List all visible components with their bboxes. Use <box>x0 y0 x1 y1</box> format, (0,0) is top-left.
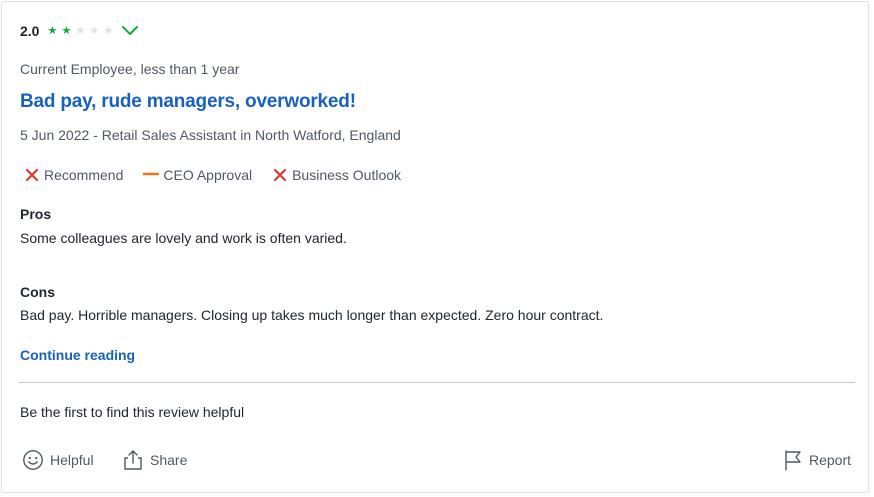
review-title[interactable]: Bad pay, rude managers, overworked! <box>20 91 356 113</box>
flag-icon <box>785 450 801 471</box>
x-icon <box>24 168 40 182</box>
rating-value: 2.0 <box>20 23 40 39</box>
divider <box>19 382 855 383</box>
share-button[interactable]: Share <box>122 449 187 471</box>
recommend-indicator: Recommend <box>24 167 123 183</box>
star-icon: ★ <box>47 25 58 37</box>
share-label: Share <box>150 452 188 468</box>
helpful-button[interactable]: Helpful <box>22 449 94 471</box>
share-icon <box>124 450 142 470</box>
star-icon: ★ <box>103 25 114 37</box>
ceo-approval-indicator: CEO Approval <box>143 167 252 183</box>
report-label: Report <box>809 452 852 468</box>
rating-row: 2.0 ★ ★ ★ ★ ★ <box>20 23 139 39</box>
chevron-down-icon[interactable] <box>121 25 139 37</box>
star-icon: ★ <box>89 25 100 37</box>
cons-heading: Cons <box>20 284 55 300</box>
business-outlook-label: Business Outlook <box>292 167 402 183</box>
rating-indicators: Recommend CEO Approval Business Outlook <box>24 167 421 183</box>
cons-text: Bad pay. Horrible managers. Closing up t… <box>20 307 604 323</box>
star-icon: ★ <box>75 25 86 37</box>
business-outlook-indicator: Business Outlook <box>272 167 401 183</box>
helpful-note: Be the first to find this review helpful <box>20 404 245 420</box>
smiley-icon <box>23 450 43 470</box>
review-card: 2.0 ★ ★ ★ ★ ★ Current Employee, less tha… <box>1 1 869 493</box>
star-icon: ★ <box>61 25 72 37</box>
pros-heading: Pros <box>20 206 52 222</box>
x-icon <box>272 168 288 182</box>
dash-icon <box>143 168 160 182</box>
pros-text: Some colleagues are lovely and work is o… <box>20 230 347 246</box>
recommend-label: Recommend <box>44 167 124 183</box>
employee-status: Current Employee, less than 1 year <box>20 61 240 77</box>
review-meta: 5 Jun 2022 - Retail Sales Assistant in N… <box>20 127 401 143</box>
report-button[interactable]: Report <box>783 449 851 471</box>
helpful-label: Helpful <box>50 452 94 468</box>
star-rating: ★ ★ ★ ★ ★ <box>47 24 117 38</box>
continue-reading-link[interactable]: Continue reading <box>20 347 135 363</box>
ceo-approval-label: CEO Approval <box>163 167 253 183</box>
